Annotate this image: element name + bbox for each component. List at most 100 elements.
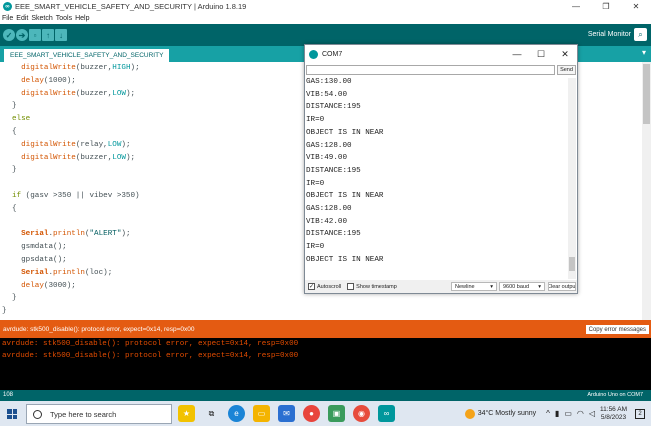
serial-line: OBJECT IS IN NEAR: [306, 192, 384, 201]
serial-footer: ✓ Autoscroll Show timestamp Newline ▾ 96…: [305, 280, 577, 293]
tab-menu-chevron-icon[interactable]: ▾: [642, 48, 646, 57]
line-number: 108: [3, 392, 14, 398]
taskbar-apps: ★ ⧉ e ▭ ✉ ● ▣ ◉ ∞: [178, 405, 403, 422]
console-line: avrdude: stk500_disable(): protocol erro…: [2, 352, 299, 360]
code-line: Serial.println(loc);: [21, 268, 113, 277]
serial-maximize-button[interactable]: ☐: [529, 45, 553, 63]
copy-error-messages-button[interactable]: Copy error messages: [585, 325, 649, 334]
serial-monitor-button[interactable]: ⌕: [634, 28, 647, 41]
serial-scrollbar[interactable]: [568, 78, 576, 279]
menu-bar: File Edit Sketch Tools Help: [0, 13, 651, 24]
window-controls: — ❐ ✕: [561, 0, 651, 13]
new-button[interactable]: ▫: [29, 29, 41, 41]
clock[interactable]: 11:56 AM 5/8/2023: [600, 406, 627, 422]
send-button[interactable]: Send: [557, 65, 576, 75]
autoscroll-checkbox[interactable]: ✓: [308, 283, 315, 290]
scrollbar-thumb[interactable]: [569, 257, 575, 271]
menu-tools[interactable]: Tools: [56, 15, 72, 22]
device-icon[interactable]: ▭: [564, 409, 572, 418]
battery-icon[interactable]: ▮: [555, 409, 559, 418]
scrollbar-thumb[interactable]: [643, 64, 650, 124]
arduino-taskbar-icon[interactable]: ∞: [378, 405, 395, 422]
serial-minimize-button[interactable]: —: [505, 45, 529, 63]
menu-edit[interactable]: Edit: [16, 15, 28, 22]
console-output[interactable]: avrdude: stk500_disable(): protocol erro…: [0, 338, 651, 390]
open-button[interactable]: ↑: [42, 29, 54, 41]
code-token: delay: [21, 281, 44, 290]
window-title: EEE_SMART_VEHICLE_SAFETY_AND_SECURITY | …: [15, 2, 247, 11]
volume-icon[interactable]: ◁: [589, 409, 595, 418]
toolbar: ✓ ➔ ▫ ↑ ↓ Serial Monitor ⌕: [0, 24, 651, 46]
tab-sketch[interactable]: EEE_SMART_VEHICLE_SAFETY_AND_SECURITY: [4, 49, 170, 62]
menu-file[interactable]: File: [2, 15, 13, 22]
windows-taskbar: Type here to search ★ ⧉ e ▭ ✉ ● ▣ ◉ ∞ 34…: [0, 401, 651, 426]
code-token: "ALERT": [89, 230, 122, 239]
menu-sketch[interactable]: Sketch: [31, 15, 52, 22]
code-line: {: [12, 128, 17, 136]
save-button[interactable]: ↓: [55, 29, 67, 41]
code-line: gpsdata();: [12, 256, 67, 264]
code-line: if (gasv >350 || vibev >350): [12, 192, 140, 200]
windows-start-icon[interactable]: [7, 409, 17, 419]
verify-button[interactable]: ✓: [3, 29, 15, 41]
new-file-icon: ▫: [33, 30, 37, 40]
code-line: {: [12, 204, 17, 213]
serial-monitor-title: COM7: [322, 50, 343, 58]
weather-text[interactable]: 34°C Mostly sunny: [478, 410, 536, 417]
editor-scrollbar[interactable]: [642, 62, 651, 320]
clear-output-button[interactable]: Clear output: [548, 282, 576, 291]
code-token: digitalWrite: [21, 64, 76, 72]
code-line: }: [12, 102, 17, 111]
line-ending-select[interactable]: Newline ▾: [451, 282, 497, 291]
chevron-down-icon: ▾: [538, 283, 541, 290]
task-view-icon[interactable]: ⧉: [203, 405, 220, 422]
code-line: delay(1000);: [21, 76, 76, 85]
code-token: LOW: [107, 140, 122, 149]
mail-icon[interactable]: ✉: [278, 405, 295, 422]
show-timestamp-label: Show timestamp: [356, 283, 397, 290]
code-line: digitalWrite(buzzer,LOW);: [21, 153, 136, 162]
serial-line: VIB:54.00: [306, 90, 348, 99]
code-line: digitalWrite(relay,LOW);: [21, 140, 131, 149]
minimize-button[interactable]: —: [561, 0, 591, 13]
clock-time: 11:56 AM: [600, 405, 627, 413]
serial-output[interactable]: GAS:130.00 VIB:54.00 DISTANCE:195 IR=0 O…: [306, 78, 576, 279]
code-token: Serial: [21, 230, 49, 239]
file-explorer-icon[interactable]: ▭: [253, 405, 270, 422]
error-status-bar: avrdude: stk500_disable(): protocol erro…: [0, 320, 651, 338]
chevron-up-icon[interactable]: ^: [546, 409, 550, 418]
edge-browser-icon[interactable]: e: [228, 405, 245, 422]
system-tray: 34°C Mostly sunny ^ ▮ ▭ ◠ ◁ 11:56 AM 5/8…: [464, 401, 651, 426]
serial-send-input[interactable]: [306, 65, 555, 75]
baud-rate-select[interactable]: 9600 baud ▾: [499, 282, 545, 291]
close-button[interactable]: ✕: [621, 0, 651, 13]
wifi-icon[interactable]: ◠: [577, 409, 584, 418]
console-line: avrdude: stk500_disable(): protocol erro…: [2, 340, 299, 348]
maximize-button[interactable]: ❐: [591, 0, 621, 13]
menu-help[interactable]: Help: [75, 15, 89, 22]
cortana-icon[interactable]: ★: [178, 405, 195, 422]
chrome-icon[interactable]: ●: [303, 405, 320, 422]
title-bar: ∞ EEE_SMART_VEHICLE_SAFETY_AND_SECURITY …: [0, 0, 651, 13]
photos-icon[interactable]: ▣: [328, 405, 345, 422]
board-port-label: Arduino Uno on COM7: [587, 392, 643, 398]
taskbar-search[interactable]: Type here to search: [26, 404, 172, 424]
weather-sun-icon[interactable]: [464, 408, 475, 419]
code-token: delay: [21, 76, 44, 85]
upload-button[interactable]: ➔: [16, 29, 28, 41]
serial-line: GAS:130.00: [306, 78, 352, 86]
code-token: LOW: [112, 153, 126, 162]
code-line: digitalWrite(buzzer,LOW);: [21, 89, 136, 98]
app-icon[interactable]: ◉: [353, 405, 370, 422]
notification-icon[interactable]: 2: [635, 408, 645, 419]
chevron-down-icon: ▾: [490, 283, 493, 290]
show-timestamp-checkbox[interactable]: [347, 283, 355, 290]
serial-close-button[interactable]: ✕: [553, 45, 577, 63]
code-line: }: [12, 166, 17, 175]
code-line: }: [2, 307, 7, 316]
serial-input-row: Send: [306, 65, 576, 76]
autoscroll-label: Autoscroll: [317, 283, 342, 290]
code-token: if: [12, 192, 22, 200]
serial-window-controls: — ☐ ✕: [505, 45, 577, 63]
serial-line: GAS:128.00: [306, 141, 352, 150]
